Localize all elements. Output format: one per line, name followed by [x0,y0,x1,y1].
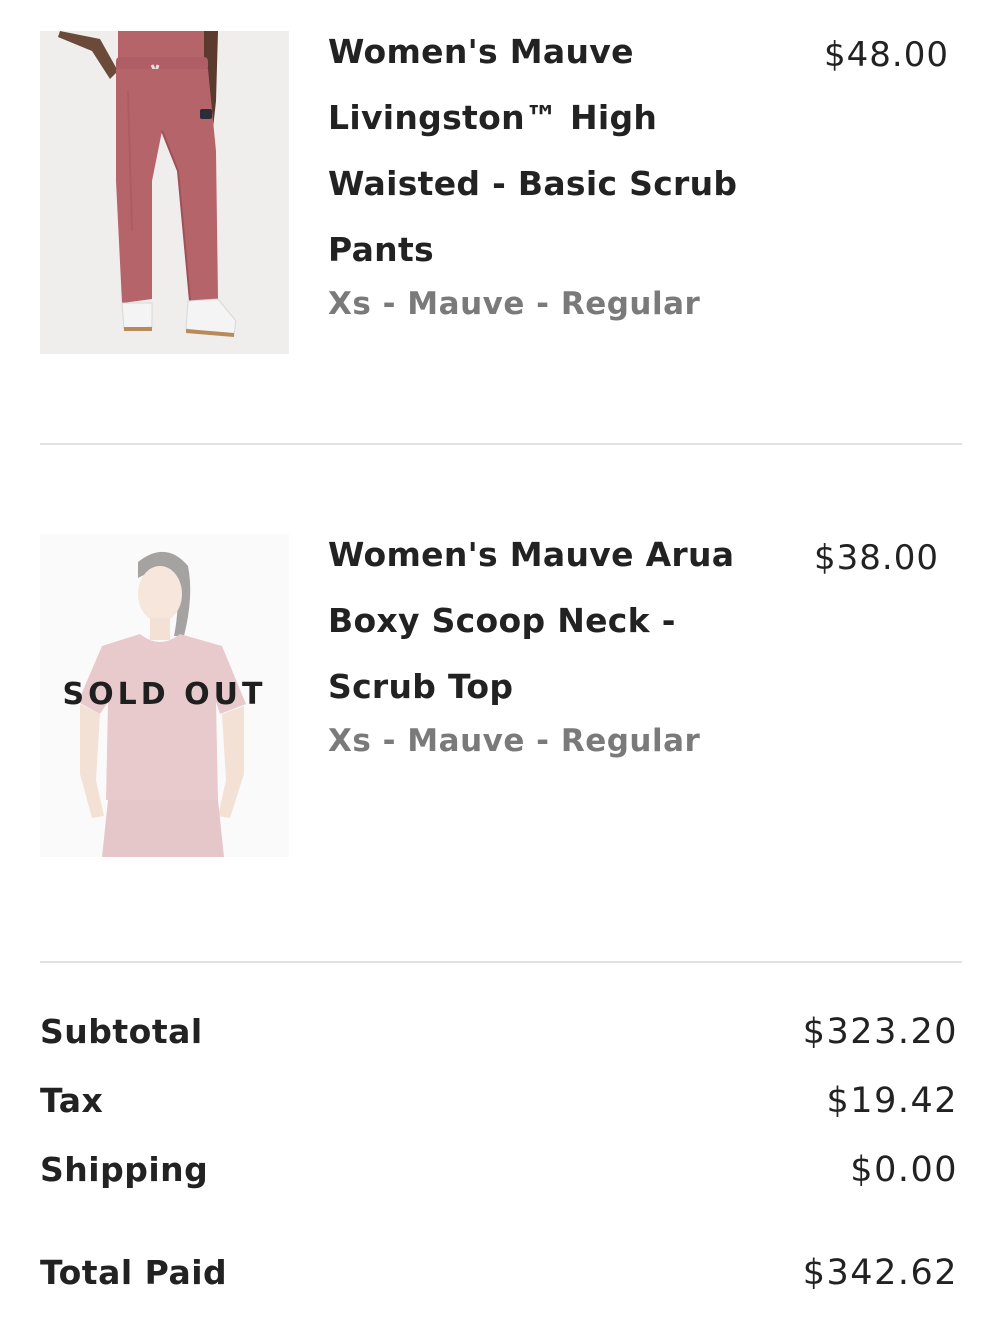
subtotal-label: Subtotal [40,1012,203,1051]
product-image-scrub-pants[interactable] [40,31,289,354]
summary-row-shipping: Shipping $0.00 [40,1150,958,1194]
shipping-value: $0.00 [850,1150,958,1190]
scrub-pants-photo [40,31,289,354]
total-paid-label: Total Paid [40,1253,228,1292]
product-title-line: Pants [328,230,434,269]
product-variant: Xs - Mauve - Regular [328,286,701,322]
sold-out-badge: SOLD OUT [62,677,267,712]
product-title-line: Scrub Top [328,667,514,706]
product-title-line: Women's Mauve Arua [328,535,735,574]
product-image-scrub-top[interactable]: SOLD OUT [40,534,289,857]
divider [40,443,962,445]
summary-row-tax: Tax $19.42 [40,1081,958,1125]
product-price: $48.00 [824,35,949,75]
subtotal-value: $323.20 [802,1012,958,1052]
tax-label: Tax [40,1081,104,1120]
divider [40,961,962,963]
product-variant: Xs - Mauve - Regular [328,723,701,759]
product-title-line: Women's Mauve [328,32,634,71]
summary-row-total: Total Paid $342.62 [40,1253,958,1297]
total-paid-value: $342.62 [802,1253,958,1293]
product-price: $38.00 [814,538,939,578]
order-item: SOLD OUT Women's Mauve Arua Boxy Scoop N… [40,534,962,857]
product-title-line: Livingston™ High [328,98,658,137]
product-title[interactable]: Women's Mauve Arua Boxy Scoop Neck - Scr… [328,522,768,720]
summary-row-subtotal: Subtotal $323.20 [40,1012,958,1056]
order-item: Women's Mauve Livingston™ High Waisted -… [40,31,962,354]
product-title-line: Waisted - Basic Scrub [328,164,738,203]
shipping-label: Shipping [40,1150,209,1189]
product-title-line: Boxy Scoop Neck - [328,601,676,640]
product-title[interactable]: Women's Mauve Livingston™ High Waisted -… [328,19,768,283]
tax-value: $19.42 [826,1081,958,1121]
